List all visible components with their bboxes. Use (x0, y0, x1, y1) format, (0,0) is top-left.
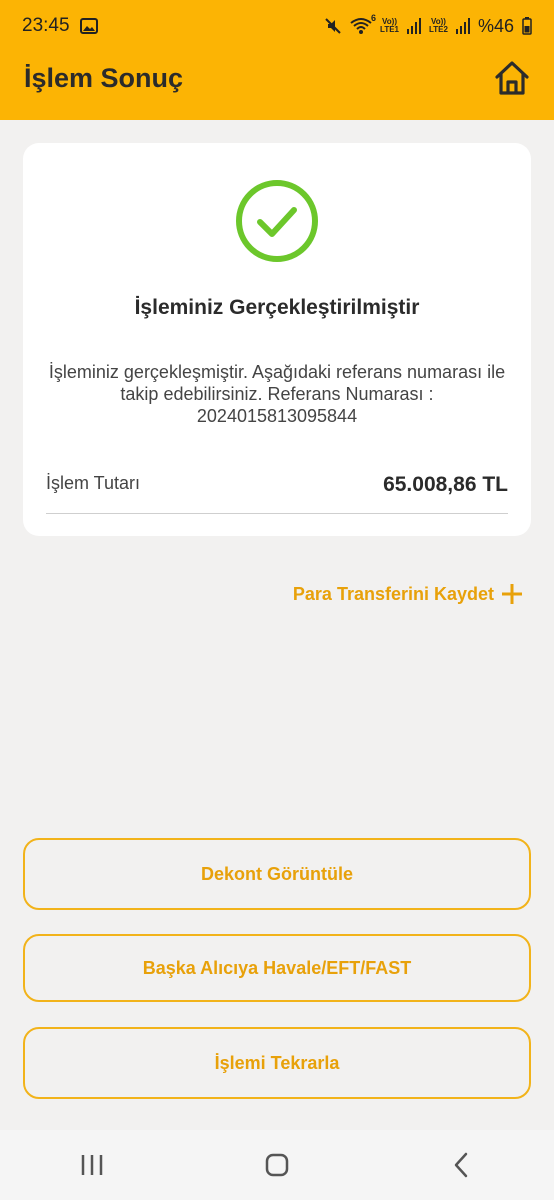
other-recipient-label: Başka Alıcıya Havale/EFT/FAST (142, 957, 412, 978)
sim1-label: Vo)) LTE1 (380, 17, 399, 34)
system-nav-bar (0, 1130, 554, 1200)
result-title: İşleminiz Gerçekleştirilmiştir (134, 296, 420, 319)
page-title: İşlem Sonuç (24, 63, 184, 93)
other-recipient-button[interactable]: Başka Alıcıya Havale/EFT/FAST (23, 934, 531, 1002)
battery-icon (522, 17, 532, 35)
battery-text: %46 (477, 15, 514, 36)
home-nav-icon[interactable] (257, 1145, 297, 1185)
signal-icon (407, 18, 421, 34)
app-header: 23:45 6 Vo)) LTE1 Vo)) LTE2 %46 İşlem So… (0, 0, 554, 120)
mute-icon (325, 18, 341, 34)
amount-row: İşlem Tutarı 65.008,86 TL (46, 471, 508, 514)
save-transfer-link[interactable]: Para Transferini Kaydet (293, 582, 524, 606)
home-icon[interactable] (492, 58, 532, 98)
save-transfer-label: Para Transferini Kaydet (292, 583, 494, 604)
back-icon[interactable] (442, 1145, 482, 1185)
amount-label: İşlem Tutarı (46, 473, 141, 493)
amount-value: 65.008,86 TL (383, 473, 508, 496)
view-receipt-button[interactable]: Dekont Görüntüle (23, 838, 531, 910)
plus-icon (502, 584, 522, 604)
wifi-badge: 6 (371, 13, 377, 23)
status-bar: 23:45 6 Vo)) LTE1 Vo)) LTE2 %46 (0, 0, 554, 52)
view-receipt-label: Dekont Görüntüle (201, 863, 353, 884)
status-time: 23:45 (22, 15, 70, 36)
result-description: İşleminiz gerçekleşmiştir. Aşağıdaki ref… (48, 362, 506, 426)
recent-apps-icon[interactable] (72, 1145, 112, 1185)
result-card: İşleminiz Gerçekleştirilmiştir İşleminiz… (23, 143, 531, 536)
image-icon (79, 18, 98, 34)
signal-icon (455, 18, 470, 34)
wifi-icon: 6 (350, 13, 376, 35)
repeat-transaction-button[interactable]: İşlemi Tekrarla (23, 1027, 531, 1099)
check-circle-icon (236, 180, 318, 262)
repeat-transaction-label: İşlemi Tekrarla (214, 1052, 340, 1073)
sim2-label: Vo)) LTE2 (429, 17, 448, 34)
